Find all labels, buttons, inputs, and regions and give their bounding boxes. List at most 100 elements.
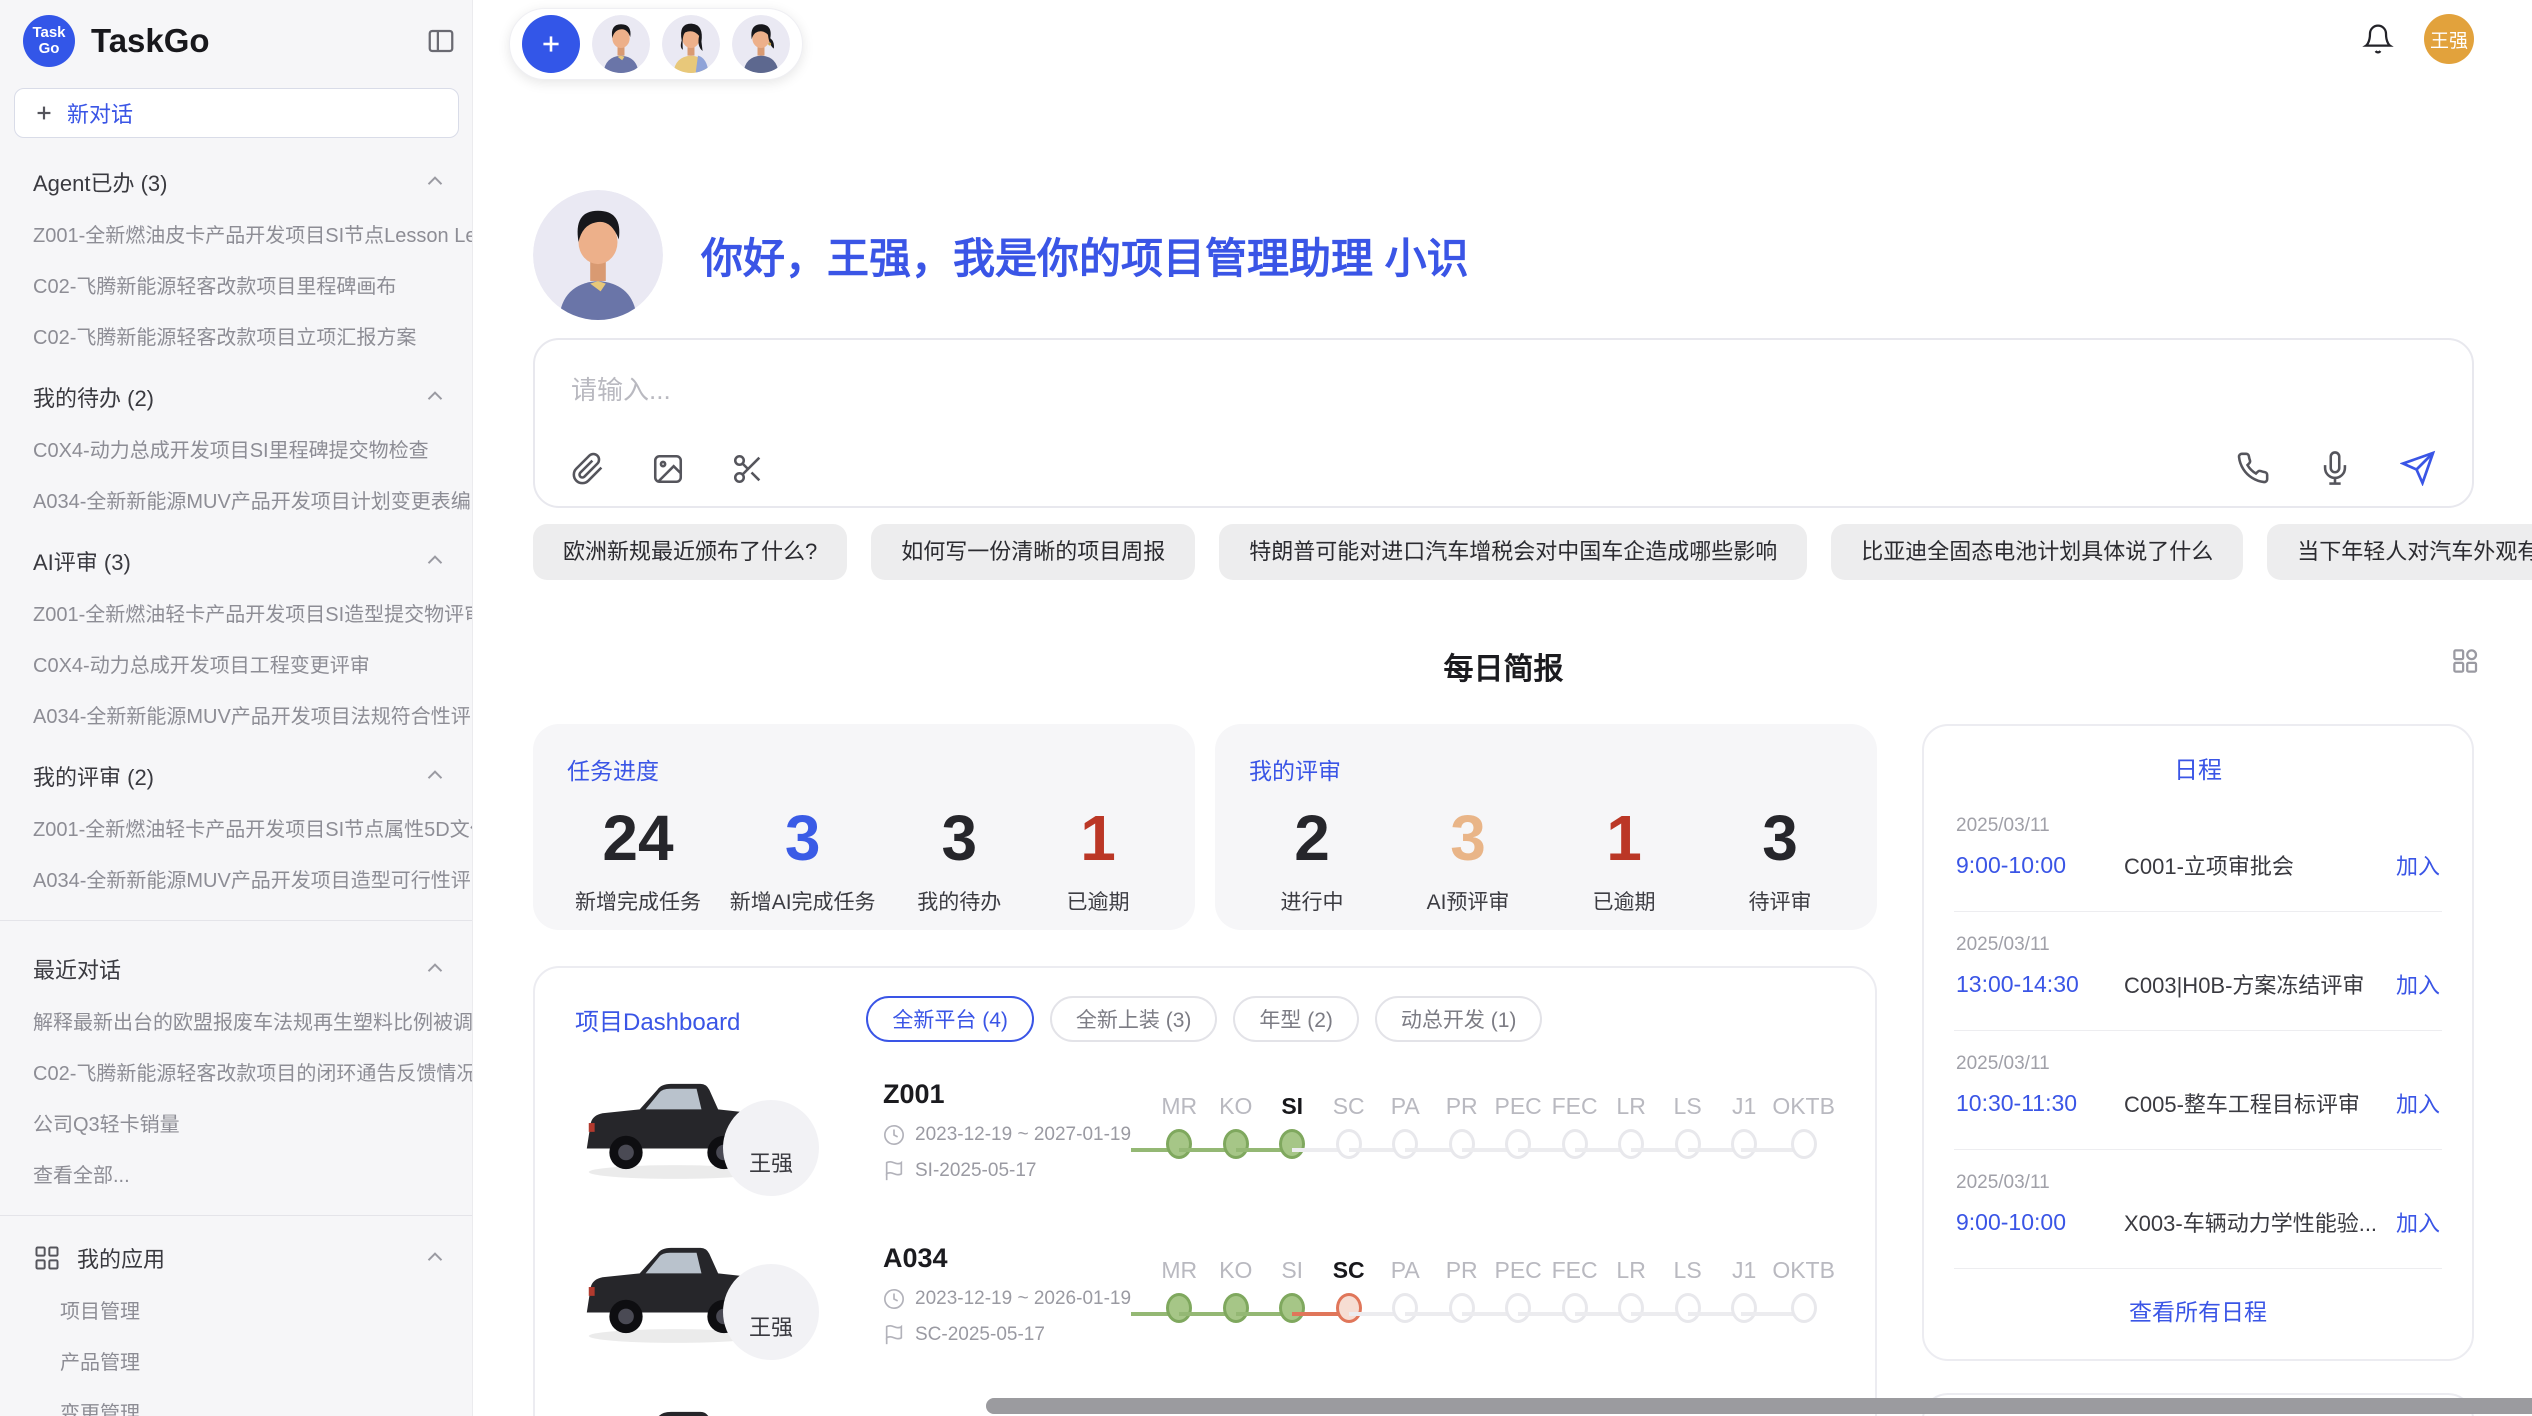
recent-conversation-item[interactable]: C02-飞腾新能源轻客改款项目的闭环通告反馈情况 xyxy=(0,1046,472,1097)
milestone: SC xyxy=(1320,1257,1376,1337)
milestone-label: SI xyxy=(1264,1257,1320,1293)
suggestion-chip[interactable]: 当下年轻人对汽车外观有怎样的喜好趋势 xyxy=(2267,524,2532,580)
schedule-time: 10:30-11:30 xyxy=(1956,1090,2124,1117)
sidebar-section-header[interactable]: Agent已办 (3) xyxy=(0,154,472,208)
suggestion-chip[interactable]: 欧洲新规最近颁布了什么? xyxy=(533,524,847,580)
milestone: PEC xyxy=(1490,1093,1546,1173)
conversation-item[interactable]: Z001-全新燃油轻卡产品开发项目SI造型提交物评审 xyxy=(0,587,472,638)
dashboard-header: 项目Dashboard 全新平台 (4)全新上装 (3)年型 (2)动总开发 (… xyxy=(575,996,1835,1042)
image-icon[interactable] xyxy=(651,452,685,486)
join-meeting-link[interactable]: 加入 xyxy=(2396,968,2440,1000)
milestone: FEC xyxy=(1546,1257,1602,1337)
milestone-label: PEC xyxy=(1490,1093,1546,1129)
milestone-node xyxy=(1505,1129,1531,1159)
join-meeting-link[interactable]: 加入 xyxy=(2396,849,2440,881)
conversation-item[interactable]: C0X4-动力总成开发项目SI里程碑提交物检查 xyxy=(0,423,472,474)
conversation-item[interactable]: A034-全新新能源MUV产品开发项目法规符合性评审 xyxy=(0,689,472,740)
sidebar-section-header[interactable]: AI评审 (3) xyxy=(0,533,472,587)
paper-plane-icon[interactable] xyxy=(2400,450,2436,486)
schedule-item: 2025/03/11 9:00-10:00 C001-立项审批会 加入 xyxy=(1954,793,2442,912)
conversation-item[interactable]: Z001-全新燃油轻卡产品开发项目SI节点属性5D文件评审 xyxy=(0,802,472,853)
chevron-up-icon[interactable] xyxy=(422,956,448,982)
project-flag-date: SI-2025-05-17 xyxy=(915,1160,1036,1182)
suggestion-chip[interactable]: 比亚迪全固态电池计划具体说了什么 xyxy=(1831,524,2243,580)
conversation-item[interactable]: C02-飞腾新能源轻客改款项目里程碑画布 xyxy=(0,259,472,310)
suggestion-chip[interactable]: 特朗普可能对进口汽车增税会对中国车企造成哪些影响 xyxy=(1219,524,1807,580)
recent-conversation-item[interactable]: 公司Q3轻卡销量 xyxy=(0,1097,472,1148)
avatar[interactable] xyxy=(592,15,650,73)
user-avatar[interactable]: 王强 xyxy=(2424,14,2474,64)
conversation-item[interactable]: A034-全新新能源MUV产品开发项目造型可行性评审 xyxy=(0,853,472,904)
conversation-item[interactable]: Z001-全新燃油皮卡产品开发项目SI节点Lesson Learn报告 xyxy=(0,208,472,259)
milestone-node xyxy=(1731,1293,1757,1323)
milestone-label: SC xyxy=(1320,1257,1376,1293)
project-row[interactable]: 王强 A034 2023-12-19 ~ 2026-01-19 SC-2025-… xyxy=(575,1218,1835,1370)
milestone: LS xyxy=(1659,1093,1715,1173)
input-placeholder: 请输入... xyxy=(571,370,2436,407)
dashboard-filter[interactable]: 年型 (2) xyxy=(1233,996,1359,1042)
sidebar-section-header[interactable]: 我的待办 (2) xyxy=(0,369,472,423)
section-title: AI评审 (3) xyxy=(33,545,131,577)
dashboard-filter[interactable]: 全新上装 (3) xyxy=(1050,996,1218,1042)
view-all-schedule-link[interactable]: 查看所有日程 xyxy=(1954,1269,2442,1345)
chevron-up-icon[interactable] xyxy=(422,1245,448,1271)
briefing-card-label: 我的评审 xyxy=(1249,752,1843,786)
milestone: PR xyxy=(1433,1093,1489,1173)
conversation-item[interactable]: A034-全新新能源MUV产品开发项目计划变更表编写 xyxy=(0,474,472,525)
dashboard-filter[interactable]: 动总开发 (1) xyxy=(1375,996,1543,1042)
my-apps-header[interactable]: 我的应用 xyxy=(0,1230,472,1284)
chat-input[interactable]: 请输入... xyxy=(533,338,2474,508)
suggestion-chip[interactable]: 如何写一份清晰的项目周报 xyxy=(871,524,1195,580)
schedule-date: 2025/03/11 xyxy=(1956,934,2440,956)
mic-icon[interactable] xyxy=(2318,451,2352,485)
right-column: 日程 2025/03/11 9:00-10:00 C001-立项审批会 加入 2… xyxy=(1922,724,2474,1416)
stat: 3 我的待办 xyxy=(904,800,1014,916)
stat: 2 进行中 xyxy=(1257,800,1367,916)
project-owner-badge: 王强 xyxy=(723,1264,819,1360)
sidebar-section: AI评审 (3) Z001-全新燃油轻卡产品开发项目SI造型提交物评审C0X4-… xyxy=(0,527,472,742)
stat-value: 3 xyxy=(1725,800,1835,876)
grid-apps-icon[interactable] xyxy=(2450,646,2480,676)
view-all-conversations-link[interactable]: 查看全部... xyxy=(0,1148,472,1199)
recent-conversation-item[interactable]: 解释最新出台的欧盟报废车法规再生塑料比例被调至15%... xyxy=(0,995,472,1046)
new-chat-button[interactable]: 新对话 xyxy=(14,88,459,138)
conversation-item[interactable]: C02-飞腾新能源轻客改款项目立项汇报方案 xyxy=(0,310,472,361)
milestone-label: OKTB xyxy=(1772,1257,1835,1293)
schedule-time: 9:00-10:00 xyxy=(1956,852,2124,879)
scissors-icon[interactable] xyxy=(731,452,765,486)
join-meeting-link[interactable]: 加入 xyxy=(2396,1087,2440,1119)
project-flag-date: SC-2025-05-17 xyxy=(915,1324,1045,1346)
add-session-button[interactable] xyxy=(522,15,580,73)
bell-icon[interactable] xyxy=(2362,23,2394,55)
avatar[interactable] xyxy=(662,15,720,73)
stat-value: 2 xyxy=(1257,800,1367,876)
app-item[interactable]: 项目管理 xyxy=(0,1284,472,1335)
milestone-label: SC xyxy=(1320,1093,1376,1129)
recent-section-header[interactable]: 最近对话 xyxy=(0,941,472,995)
milestone: PR xyxy=(1433,1257,1489,1337)
paperclip-icon[interactable] xyxy=(571,452,605,486)
chevron-up-icon[interactable] xyxy=(422,169,448,195)
horizontal-scrollbar-track[interactable] xyxy=(986,1398,2518,1414)
chevron-up-icon[interactable] xyxy=(422,384,448,410)
milestone-label: PR xyxy=(1433,1093,1489,1129)
milestone-node xyxy=(1791,1293,1817,1323)
phone-icon[interactable] xyxy=(2236,451,2270,485)
sidebar-section-header[interactable]: 我的评审 (2) xyxy=(0,748,472,802)
join-meeting-link[interactable]: 加入 xyxy=(2396,1206,2440,1238)
horizontal-scrollbar-thumb[interactable] xyxy=(986,1398,2532,1414)
conversation-item[interactable]: C0X4-动力总成开发项目工程变更评审 xyxy=(0,638,472,689)
app-item[interactable]: 产品管理 xyxy=(0,1335,472,1386)
schedule-date: 2025/03/11 xyxy=(1956,1053,2440,1075)
avatar[interactable] xyxy=(732,15,790,73)
milestone-node xyxy=(1223,1293,1249,1323)
milestone-label: PR xyxy=(1433,1257,1489,1293)
app-item[interactable]: 变更管理 xyxy=(0,1386,472,1416)
chevron-up-icon[interactable] xyxy=(422,763,448,789)
chevron-up-icon[interactable] xyxy=(422,548,448,574)
dashboard-filter[interactable]: 全新平台 (4) xyxy=(866,996,1034,1042)
project-row[interactable]: 王强 Z001 2023-12-19 ~ 2027-01-19 SI-2025-… xyxy=(575,1054,1835,1206)
project-visual: 王强 xyxy=(575,1054,883,1206)
vehicle-image xyxy=(577,1392,773,1416)
panel-collapse-icon[interactable] xyxy=(426,26,456,56)
